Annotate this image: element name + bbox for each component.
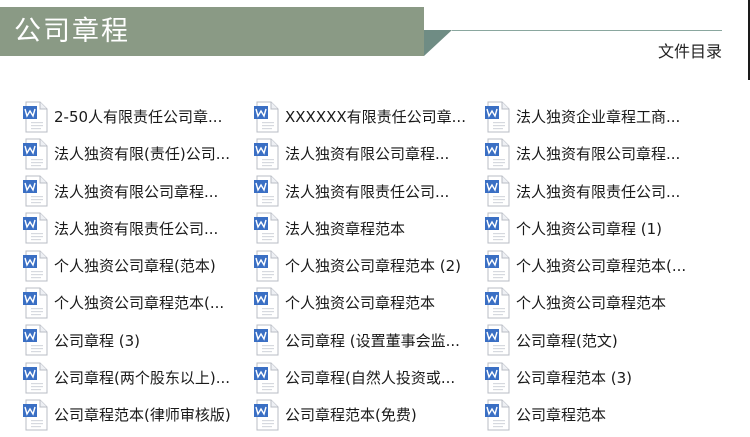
word-document-icon [22, 250, 48, 282]
file-item[interactable]: 公司章程(范文) [484, 322, 715, 359]
file-list: 2-50人有限责任公司章... XXXXXX有限责任公司章... 法人独资企业章程工… [22, 98, 715, 434]
file-name: 个人独资公司章程范本 [516, 294, 667, 313]
file-item[interactable]: 个人独资公司章程范本(... [484, 247, 715, 284]
file-item[interactable]: 法人独资有限公司章程... [253, 135, 484, 172]
word-document-icon [253, 324, 279, 356]
file-name: 法人独资章程范本 [285, 219, 406, 238]
file-name: 公司章程 (设置董事会监... [285, 331, 460, 350]
file-name: 公司章程 (3) [54, 331, 141, 350]
word-document-icon [22, 399, 48, 431]
page-title: 公司章程 [14, 16, 130, 47]
file-item[interactable]: 法人独资企业章程工商... [484, 98, 715, 135]
file-item[interactable]: 公司章程 (3) [22, 322, 253, 359]
file-name: 法人独资有限责任公司... [285, 182, 450, 201]
file-item[interactable]: 公司章程范本(免费) [253, 396, 484, 433]
word-document-icon [22, 324, 48, 356]
word-document-icon [253, 212, 279, 244]
catalog-label: 文件目录 [657, 42, 722, 61]
file-item[interactable]: 法人独资有限责任公司... [253, 173, 484, 210]
file-name: 公司章程范本 [516, 406, 607, 425]
file-name: 法人独资有限公司章程... [516, 145, 681, 164]
header-tail-decoration [424, 30, 452, 56]
word-document-icon [484, 250, 510, 282]
file-item[interactable]: 法人独资有限公司章程... [22, 173, 253, 210]
file-item[interactable]: 法人独资有限公司章程... [484, 135, 715, 172]
word-document-icon [484, 138, 510, 170]
word-document-icon [22, 362, 48, 394]
header-divider [452, 30, 722, 31]
word-document-icon [22, 175, 48, 207]
file-item[interactable]: 法人独资有限责任公司... [484, 173, 715, 210]
file-name: 个人独资公司章程(范本) [54, 257, 216, 276]
header-band: 公司章程 [0, 7, 424, 56]
word-document-icon [253, 287, 279, 319]
word-document-icon [22, 287, 48, 319]
word-document-icon [22, 212, 48, 244]
word-document-icon [253, 362, 279, 394]
word-document-icon [253, 250, 279, 282]
file-name: 个人独资公司章程 (1) [516, 219, 663, 238]
word-document-icon [484, 101, 510, 133]
file-name: 公司章程(范文) [516, 331, 618, 350]
word-document-icon [484, 212, 510, 244]
file-name: 个人独资公司章程范本 [285, 294, 436, 313]
word-document-icon [253, 138, 279, 170]
file-item[interactable]: 个人独资公司章程(范本) [22, 247, 253, 284]
file-name: 2-50人有限责任公司章... [54, 108, 223, 126]
file-name: 个人独资公司章程范本 (2) [285, 257, 462, 276]
file-item[interactable]: 公司章程(两个股东以上)... [22, 359, 253, 396]
word-document-icon [253, 101, 279, 133]
file-item[interactable]: 公司章程范本 (3) [484, 359, 715, 396]
word-document-icon [22, 138, 48, 170]
file-name: 法人独资有限责任公司... [54, 219, 219, 238]
file-name: XXXXXX有限责任公司章... [285, 108, 466, 126]
word-document-icon [22, 101, 48, 133]
file-name: 公司章程范本(律师审核版) [54, 406, 231, 425]
file-name: 公司章程(两个股东以上)... [54, 369, 231, 388]
file-name: 个人独资公司章程范本(... [54, 294, 225, 313]
word-document-icon [484, 175, 510, 207]
word-document-icon [484, 324, 510, 356]
word-document-icon [484, 362, 510, 394]
word-document-icon [253, 399, 279, 431]
file-name: 公司章程(自然人投资或... [285, 369, 456, 388]
file-name: 公司章程范本 (3) [516, 369, 633, 388]
file-item[interactable]: 公司章程 (设置董事会监... [253, 322, 484, 359]
file-item[interactable]: 公司章程范本(律师审核版) [22, 396, 253, 433]
file-item[interactable]: 个人独资公司章程范本(... [22, 284, 253, 321]
file-item[interactable]: 个人独资公司章程 (1) [484, 210, 715, 247]
file-name: 公司章程范本(免费) [285, 406, 417, 425]
file-item[interactable]: 个人独资公司章程范本 [484, 284, 715, 321]
file-item[interactable]: 个人独资公司章程范本 (2) [253, 247, 484, 284]
word-document-icon [484, 287, 510, 319]
file-item[interactable]: 法人独资有限责任公司... [22, 210, 253, 247]
file-name: 法人独资有限责任公司... [516, 182, 681, 201]
file-item[interactable]: 公司章程(自然人投资或... [253, 359, 484, 396]
word-document-icon [253, 175, 279, 207]
file-item[interactable]: 法人独资有限(责任)公司... [22, 135, 253, 172]
file-name: 法人独资有限公司章程... [285, 145, 450, 164]
file-item[interactable]: 公司章程范本 [484, 396, 715, 433]
file-item[interactable]: XXXXXX有限责任公司章... [253, 98, 484, 135]
file-name: 法人独资有限公司章程... [54, 182, 219, 201]
word-document-icon [484, 399, 510, 431]
file-name: 法人独资有限(责任)公司... [54, 145, 231, 164]
file-item[interactable]: 2-50人有限责任公司章... [22, 98, 253, 135]
file-name: 个人独资公司章程范本(... [516, 257, 687, 276]
file-name: 法人独资企业章程工商... [516, 108, 681, 126]
file-item[interactable]: 法人独资章程范本 [253, 210, 484, 247]
file-item[interactable]: 个人独资公司章程范本 [253, 284, 484, 321]
